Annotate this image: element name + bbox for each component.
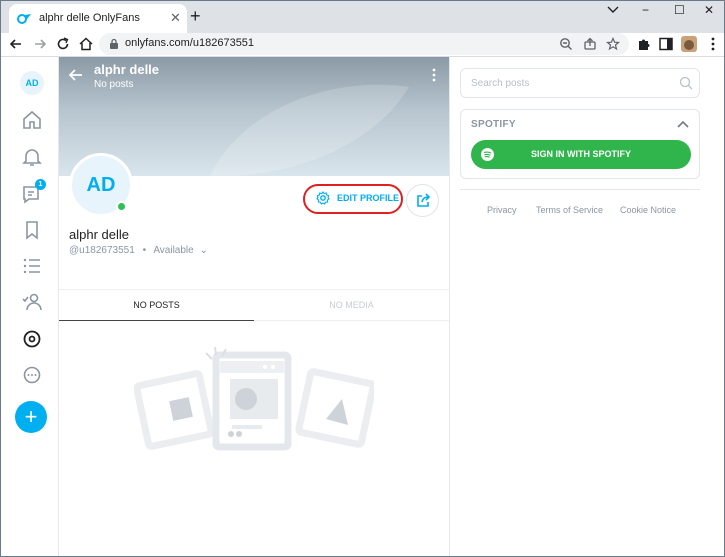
profile-options-icon[interactable] <box>430 67 438 83</box>
profile-handle-row: @u182673551 • Available ⌄ <box>69 245 208 256</box>
list-icon[interactable] <box>21 255 43 277</box>
tab-no-posts[interactable]: NO POSTS <box>59 290 254 321</box>
search-posts-input[interactable]: Search posts <box>460 68 700 98</box>
reload-icon[interactable] <box>54 35 72 53</box>
edit-profile-label: EDIT PROFILE <box>337 193 400 203</box>
share-icon <box>417 193 431 207</box>
new-post-button[interactable]: + <box>15 401 47 433</box>
share-profile-button[interactable] <box>406 184 439 217</box>
cover-subtitle: No posts <box>94 79 134 90</box>
cover-leaf-decoration <box>209 84 409 176</box>
share-page-icon[interactable] <box>583 37 597 51</box>
side-panel-icon[interactable] <box>657 35 675 53</box>
tab-no-media[interactable]: NO MEDIA <box>254 290 449 321</box>
profile-icon[interactable] <box>21 328 43 350</box>
url-text: onlyfans.com/u182673551 <box>125 37 255 49</box>
nav-avatar[interactable]: AD <box>20 71 44 95</box>
footer-terms-link[interactable]: Terms of Service <box>536 205 603 215</box>
home-icon[interactable] <box>21 109 43 131</box>
collapse-chevron-icon[interactable] <box>677 119 689 129</box>
home-browser-icon[interactable] <box>77 35 95 53</box>
onlyfans-app: AD 1 + alphr delle No posts AD EDIT PROF… <box>1 57 724 556</box>
bookmark-star-icon[interactable] <box>606 37 620 51</box>
messages-badge: 1 <box>35 179 46 190</box>
back-arrow-icon[interactable] <box>68 68 84 82</box>
tab-strip: alphr delle OnlyFans ✕ + − ☐ ✕ <box>1 1 724 33</box>
spotify-title: SPOTIFY <box>471 119 516 130</box>
availability-status[interactable]: Available <box>153 245 193 256</box>
settings-gear-icon <box>316 191 330 205</box>
browser-window: alphr delle OnlyFans ✕ + − ☐ ✕ onlyfans.… <box>0 0 725 557</box>
onlyfans-favicon-icon <box>17 14 31 24</box>
spotify-button-label: SIGN IN WITH SPOTIFY <box>530 149 631 159</box>
more-icon[interactable] <box>21 364 43 386</box>
edit-profile-highlight: EDIT PROFILE <box>303 184 403 214</box>
browser-toolbar: onlyfans.com/u182673551 <box>1 33 724 57</box>
back-icon[interactable] <box>7 35 25 53</box>
new-tab-button[interactable]: + <box>190 7 201 25</box>
cover-title: alphr delle <box>94 62 160 77</box>
empty-state-illustration <box>134 347 374 451</box>
zoom-icon[interactable] <box>559 37 573 51</box>
browser-menu-icon[interactable] <box>704 35 722 53</box>
footer-privacy-link[interactable]: Privacy <box>487 205 517 215</box>
forward-icon[interactable] <box>31 35 49 53</box>
profile-name: alphr delle <box>69 227 129 242</box>
footer-cookie-link[interactable]: Cookie Notice <box>620 205 676 215</box>
minimize-button[interactable]: − <box>642 3 649 17</box>
browser-tab[interactable]: alphr delle OnlyFans ✕ <box>9 4 187 33</box>
online-status-dot <box>116 201 127 212</box>
tab-close-icon[interactable]: ✕ <box>170 11 181 24</box>
right-sidebar: Search posts SPOTIFY SIGN IN WITH SPOTIF… <box>450 57 724 556</box>
spotify-card: SPOTIFY SIGN IN WITH SPOTIFY <box>460 109 700 179</box>
extensions-icon[interactable] <box>635 35 653 53</box>
user-profile-avatar[interactable] <box>681 36 697 52</box>
lock-icon[interactable] <box>109 38 119 50</box>
sidebar-divider <box>460 189 700 190</box>
profile-handle: @u182673551 <box>69 245 135 256</box>
profile-main: alphr delle No posts AD EDIT PROFILE alp… <box>59 57 450 556</box>
maximize-button[interactable]: ☐ <box>674 3 685 17</box>
user-follow-icon[interactable] <box>21 291 43 313</box>
bookmark-icon[interactable] <box>21 219 43 241</box>
search-placeholder: Search posts <box>471 78 530 89</box>
left-navigation: AD 1 + <box>1 57 59 556</box>
status-chevron-icon[interactable]: ⌄ <box>200 245 208 256</box>
edit-profile-button[interactable]: EDIT PROFILE <box>310 189 400 208</box>
window-close-button[interactable]: ✕ <box>704 3 714 17</box>
address-bar[interactable]: onlyfans.com/u182673551 <box>99 33 629 55</box>
bell-icon[interactable] <box>21 146 43 168</box>
profile-tabs: NO POSTS NO MEDIA <box>59 289 449 321</box>
tab-search-chevron-icon[interactable] <box>607 6 619 14</box>
sign-in-spotify-button[interactable]: SIGN IN WITH SPOTIFY <box>471 140 691 169</box>
tab-title: alphr delle OnlyFans <box>39 12 140 24</box>
search-icon[interactable] <box>679 76 693 90</box>
handle-separator: • <box>142 245 147 256</box>
